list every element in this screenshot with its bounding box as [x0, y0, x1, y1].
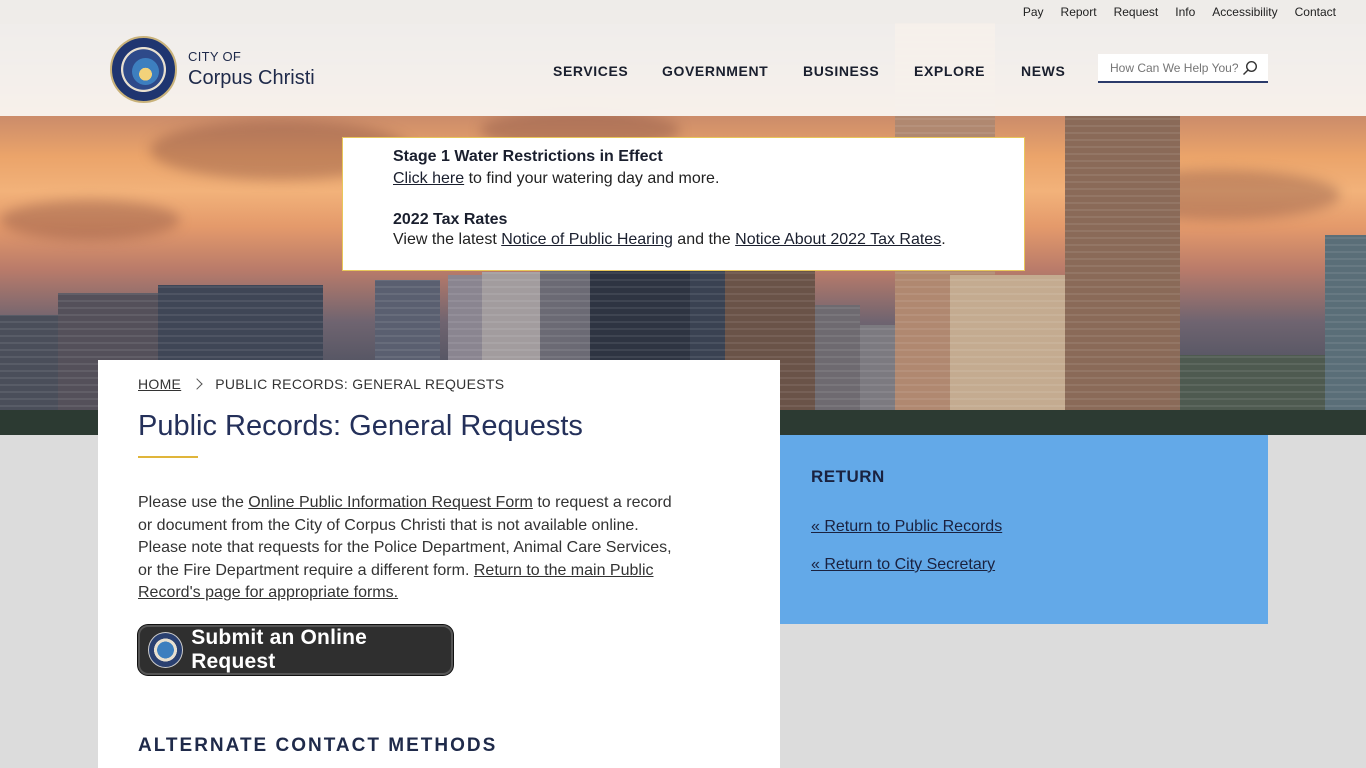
- nav-services[interactable]: SERVICES: [553, 63, 628, 79]
- nav-business[interactable]: BUSINESS: [803, 63, 879, 79]
- nav-explore[interactable]: EXPLORE: [914, 63, 985, 79]
- submit-online-request-button[interactable]: Submit an Online Request: [138, 625, 453, 675]
- utility-bar: Pay Report Request Info Accessibility Co…: [0, 0, 1366, 24]
- notice-tax-rates-link[interactable]: Notice About 2022 Tax Rates: [735, 231, 941, 248]
- breadcrumb: HOME PUBLIC RECORDS: GENERAL REQUESTS: [138, 376, 504, 392]
- online-request-form-link[interactable]: Online Public Information Request Form: [248, 494, 533, 511]
- alert-water-link[interactable]: Click here: [393, 170, 464, 187]
- return-sidebar: RETURN « Return to Public Records « Retu…: [780, 435, 1268, 624]
- page-title: Public Records: General Requests: [138, 410, 583, 442]
- chevron-right-icon: [191, 378, 203, 390]
- search-box: [1098, 54, 1268, 83]
- content-card: HOME PUBLIC RECORDS: GENERAL REQUESTS Pu…: [98, 360, 780, 768]
- alert-banner: Stage 1 Water Restrictions in Effect Cli…: [342, 137, 1025, 271]
- search-input[interactable]: [1098, 54, 1238, 81]
- alert-tax-title: 2022 Tax Rates: [393, 211, 508, 228]
- brand-city-of[interactable]: CITY OF: [188, 49, 241, 64]
- submit-button-label: Submit an Online Request: [191, 626, 368, 673]
- alert-water-title: Stage 1 Water Restrictions in Effect: [393, 148, 663, 165]
- utility-link-contact[interactable]: Contact: [1295, 5, 1336, 19]
- alert-tax-text: View the latest Notice of Public Hearing…: [393, 231, 946, 248]
- alert-water-text: Click here to find your watering day and…: [393, 170, 720, 187]
- utility-link-info[interactable]: Info: [1175, 5, 1195, 19]
- alternate-contact-heading: ALTERNATE CONTACT METHODS: [138, 735, 498, 756]
- seal-emblem-icon: [132, 58, 159, 85]
- breadcrumb-current: PUBLIC RECORDS: GENERAL REQUESTS: [215, 376, 505, 392]
- city-seal-logo[interactable]: [110, 36, 177, 103]
- notice-public-hearing-link[interactable]: Notice of Public Hearing: [501, 231, 673, 248]
- site-header: CITY OF Corpus Christi SERVICES GOVERNME…: [0, 24, 1366, 116]
- search-icon[interactable]: [1242, 60, 1258, 76]
- nav-news[interactable]: NEWS: [1021, 63, 1065, 79]
- utility-link-request[interactable]: Request: [1114, 5, 1159, 19]
- title-underline: [138, 456, 198, 458]
- sidebar-title: RETURN: [811, 467, 885, 486]
- nav-government[interactable]: GOVERNMENT: [662, 63, 768, 79]
- return-city-secretary-link[interactable]: « Return to City Secretary: [811, 556, 995, 574]
- return-public-records-link[interactable]: « Return to Public Records: [811, 518, 1002, 536]
- utility-link-pay[interactable]: Pay: [1023, 5, 1044, 19]
- utility-link-report[interactable]: Report: [1061, 5, 1097, 19]
- breadcrumb-home[interactable]: HOME: [138, 376, 181, 392]
- brand-city-name[interactable]: Corpus Christi: [188, 67, 315, 90]
- seal-icon: [148, 632, 184, 668]
- utility-link-accessibility[interactable]: Accessibility: [1212, 5, 1277, 19]
- intro-paragraph: Please use the Online Public Information…: [138, 494, 672, 602]
